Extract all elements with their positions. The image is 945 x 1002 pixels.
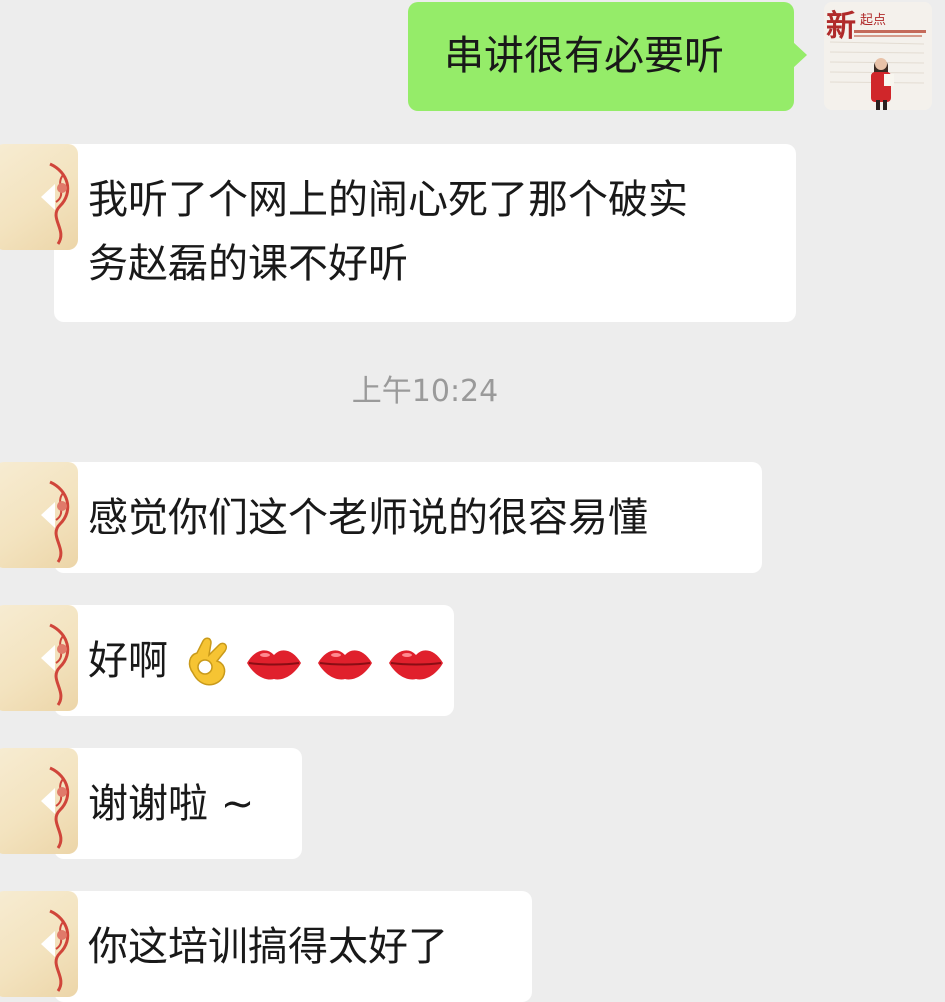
lips-emoji xyxy=(388,650,443,680)
svg-text:起点: 起点 xyxy=(860,13,886,28)
bubble-tail xyxy=(41,502,55,528)
outgoing-message-bubble[interactable]: 串讲很有必要听 xyxy=(408,2,807,111)
bubble-tail xyxy=(793,42,807,68)
contact-avatar[interactable] xyxy=(0,748,78,854)
incoming-message-bubble[interactable]: 你这培训搞得太好了 xyxy=(0,891,532,1002)
incoming-message-bubble[interactable]: 谢谢啦 ~ xyxy=(0,748,302,859)
contact-avatar[interactable] xyxy=(0,605,78,711)
message-text: 谢谢啦 ~ xyxy=(88,781,255,827)
incoming-message-bubble[interactable]: 好啊 xyxy=(0,605,454,716)
lips-emoji xyxy=(318,650,373,680)
self-avatar[interactable]: 新 起点 xyxy=(824,2,932,110)
svg-text:新: 新 xyxy=(826,9,856,44)
bubble-tail xyxy=(41,184,55,210)
message-text: 好啊 xyxy=(88,638,168,684)
bubble-tail xyxy=(41,788,55,814)
lips-emoji xyxy=(247,650,302,680)
message-text: 串讲很有必要听 xyxy=(444,33,724,79)
incoming-message-bubble[interactable]: 我听了个网上的闹心死了那个破实 务赵磊的课不好听 xyxy=(0,144,796,322)
message-text: 我听了个网上的闹心死了那个破实 务赵磊的课不好听 xyxy=(88,177,688,287)
message-text: 感觉你们这个老师说的很容易懂 xyxy=(88,495,648,541)
incoming-message-bubble[interactable]: 感觉你们这个老师说的很容易懂 xyxy=(0,462,762,573)
message-timestamp: 上午10:24 xyxy=(351,374,499,409)
bubble-tail xyxy=(41,931,55,957)
contact-avatar[interactable] xyxy=(0,144,78,250)
message-text: 你这培训搞得太好了 xyxy=(88,924,448,970)
contact-avatar[interactable] xyxy=(0,891,78,997)
contact-avatar[interactable] xyxy=(0,462,78,568)
bubble-tail xyxy=(41,645,55,671)
ok-hand-emoji xyxy=(188,637,227,686)
